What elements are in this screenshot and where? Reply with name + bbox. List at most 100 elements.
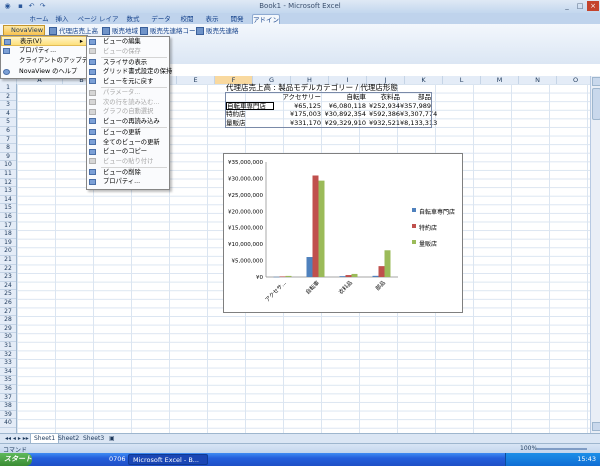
tab-data[interactable]: データ bbox=[150, 14, 172, 24]
row-header[interactable]: 7 bbox=[0, 136, 16, 145]
table-cell[interactable]: ¥6,080,118 bbox=[322, 102, 366, 111]
row-header[interactable]: 9 bbox=[0, 153, 16, 162]
row-header[interactable]: 20 bbox=[0, 247, 16, 256]
bar[interactable] bbox=[312, 175, 319, 277]
scrollbar-thumb[interactable] bbox=[592, 88, 600, 120]
report-title-cell[interactable]: 代理店売上高 : 製品モデルカテゴリー / 代理店形態 bbox=[226, 83, 398, 93]
row-header[interactable]: 24 bbox=[0, 282, 16, 291]
row-header[interactable]: 8 bbox=[0, 144, 16, 153]
row-header[interactable]: 35 bbox=[0, 376, 16, 385]
column-header[interactable]: N bbox=[519, 76, 557, 84]
row-header[interactable]: 30 bbox=[0, 333, 16, 342]
menu-item-properties[interactable]: プロパティ... bbox=[1, 46, 87, 56]
row-header[interactable]: 14 bbox=[0, 196, 16, 205]
tab-page-layout[interactable]: ページ レイアウト bbox=[75, 14, 121, 33]
row-label-dealer[interactable]: 特約店 bbox=[226, 110, 246, 119]
table-cell[interactable]: ¥357,989 bbox=[400, 102, 431, 111]
ribbon-button-contact-code[interactable]: 販売先連絡コード bbox=[139, 26, 202, 36]
bar[interactable] bbox=[285, 275, 292, 277]
row-header[interactable]: 37 bbox=[0, 394, 16, 403]
bar[interactable] bbox=[318, 180, 325, 277]
menu-item-view[interactable]: 表示(V) ▸ bbox=[1, 36, 87, 46]
minimize-icon[interactable]: _ bbox=[561, 1, 573, 11]
row-header[interactable]: 32 bbox=[0, 351, 16, 360]
row-header[interactable]: 18 bbox=[0, 230, 16, 239]
row-header[interactable]: 26 bbox=[0, 299, 16, 308]
row-header[interactable]: 12 bbox=[0, 179, 16, 188]
table-header-accessories[interactable]: アクセサリー bbox=[277, 93, 321, 102]
row-header[interactable]: 38 bbox=[0, 402, 16, 411]
maximize-icon[interactable]: □ bbox=[574, 1, 586, 11]
scroll-up-icon[interactable] bbox=[592, 77, 600, 86]
submenu-item[interactable]: ビューの削除 bbox=[87, 168, 169, 178]
ribbon-button-region[interactable]: 販売地域 bbox=[101, 26, 138, 36]
row-header[interactable]: 13 bbox=[0, 187, 16, 196]
row-header[interactable]: 3 bbox=[0, 101, 16, 110]
scroll-down-icon[interactable] bbox=[592, 422, 600, 431]
table-cell[interactable]: ¥30,892,354 bbox=[322, 110, 366, 119]
row-header[interactable]: 16 bbox=[0, 213, 16, 222]
row-header[interactable]: 39 bbox=[0, 411, 16, 420]
tab-insert[interactable]: 挿入 bbox=[53, 14, 71, 24]
start-button[interactable]: スタート bbox=[0, 453, 32, 466]
bar[interactable] bbox=[384, 250, 391, 277]
row-header[interactable]: 11 bbox=[0, 170, 16, 179]
tab-formulas[interactable]: 数式 bbox=[124, 14, 142, 24]
row-header[interactable]: 23 bbox=[0, 273, 16, 282]
row-header[interactable]: 40 bbox=[0, 419, 16, 428]
tab-view[interactable]: 表示 bbox=[203, 14, 221, 24]
bar[interactable] bbox=[279, 276, 286, 277]
tab-review[interactable]: 校閲 bbox=[178, 14, 196, 24]
row-header[interactable]: 34 bbox=[0, 368, 16, 377]
row-header[interactable]: 2 bbox=[0, 93, 16, 102]
menu-item-client-update[interactable]: クライアントのアップデート... bbox=[1, 56, 107, 66]
tab-home[interactable]: ホーム bbox=[28, 14, 50, 24]
table-cell[interactable]: ¥331,170 bbox=[277, 119, 321, 128]
row-header[interactable]: 10 bbox=[0, 161, 16, 170]
menu-item-help[interactable]: NovaView のヘルプ bbox=[1, 67, 87, 77]
ribbon-button-contact[interactable]: 販売先連絡 bbox=[195, 26, 239, 36]
submenu-item[interactable]: ビューの更新 bbox=[87, 128, 169, 138]
row-header[interactable]: 22 bbox=[0, 265, 16, 274]
submenu-item[interactable]: ビューの編集 bbox=[87, 37, 169, 47]
row-header[interactable]: 17 bbox=[0, 222, 16, 231]
sheet-tab-2[interactable]: Sheet2 bbox=[55, 434, 82, 443]
row-header[interactable]: 21 bbox=[0, 256, 16, 265]
table-header-bikes[interactable]: 自転車 bbox=[322, 93, 367, 102]
bar[interactable] bbox=[351, 273, 358, 277]
tab-developer[interactable]: 開発 bbox=[228, 14, 246, 24]
bar[interactable] bbox=[273, 276, 280, 278]
row-header[interactable]: 6 bbox=[0, 127, 16, 136]
column-header[interactable]: M bbox=[481, 76, 519, 84]
column-header[interactable]: K bbox=[405, 76, 443, 84]
row-header[interactable]: 29 bbox=[0, 325, 16, 334]
vertical-scrollbar[interactable] bbox=[590, 76, 600, 433]
insert-sheet-icon[interactable]: ▣ bbox=[106, 434, 118, 443]
bar[interactable] bbox=[339, 276, 346, 277]
table-cell[interactable]: ¥932,521 bbox=[366, 119, 400, 128]
row-header[interactable]: 15 bbox=[0, 204, 16, 213]
row-header[interactable]: 1 bbox=[0, 84, 16, 93]
submenu-item[interactable]: ビューを元に戻す bbox=[87, 77, 169, 87]
column-header[interactable]: L bbox=[443, 76, 481, 84]
table-cell[interactable]: ¥592,386 bbox=[366, 110, 400, 119]
bar[interactable] bbox=[378, 266, 385, 277]
bar[interactable] bbox=[372, 275, 379, 277]
taskbar-item-folder[interactable]: 0706 bbox=[105, 454, 130, 465]
close-icon[interactable]: × bbox=[587, 1, 599, 11]
row-label-bike-shop[interactable]: 自転車専門店 bbox=[226, 101, 274, 111]
table-cell[interactable]: ¥65,125 bbox=[277, 102, 321, 111]
sheet-tab-3[interactable]: Sheet3 bbox=[80, 434, 107, 443]
row-header[interactable]: 31 bbox=[0, 342, 16, 351]
submenu-item[interactable]: ビューのコピー bbox=[87, 147, 169, 157]
bar-chart[interactable]: ¥0 ¥5,000,000 ¥10,000,000 ¥15,000,000 ¥20,00… bbox=[223, 153, 463, 313]
table-cell[interactable]: ¥8,133,313 bbox=[400, 119, 437, 128]
zoom-level[interactable]: 100% bbox=[520, 445, 537, 452]
row-header[interactable]: 19 bbox=[0, 239, 16, 248]
taskbar-item-excel[interactable]: Microsoft Excel - B... bbox=[128, 454, 208, 465]
row-label-mass-retailer[interactable]: 量販店 bbox=[226, 119, 246, 128]
row-header[interactable]: 4 bbox=[0, 110, 16, 119]
row-header[interactable]: 33 bbox=[0, 359, 16, 368]
row-header[interactable]: 36 bbox=[0, 385, 16, 394]
bar[interactable] bbox=[306, 257, 313, 277]
